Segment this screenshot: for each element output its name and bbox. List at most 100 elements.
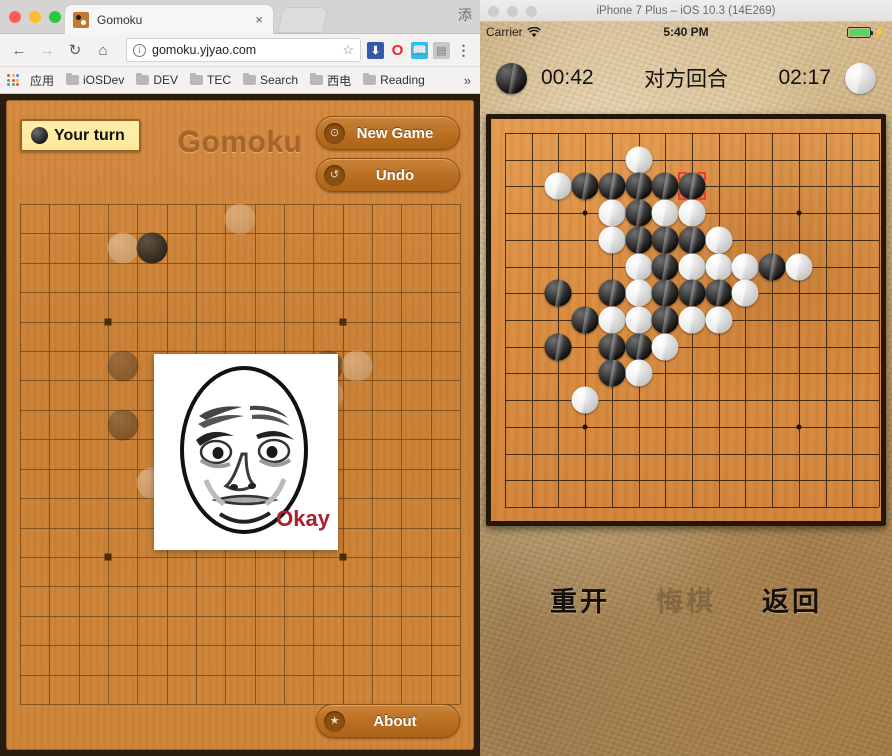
star-point	[796, 424, 802, 430]
back-button[interactable]: 返回	[762, 580, 822, 619]
chrome-browser-window: Gomoku × 添 ← → ↻ ⌂ i gomoku.yjyao.com ☆ …	[0, 0, 480, 756]
gomoku-favicon	[73, 11, 89, 28]
undo-label: Undo	[375, 166, 415, 184]
bookmark-item-iosdev[interactable]: iOSDev	[61, 71, 129, 89]
maximize-window-button[interactable]	[49, 11, 61, 23]
board-line	[20, 322, 460, 323]
board-stone-black	[136, 232, 168, 264]
simulator-title: iPhone 7 Plus – iOS 10.3 (14E269)	[596, 4, 776, 17]
disabled-extension-icon[interactable]: ▤	[433, 41, 450, 59]
bookmark-item-reading[interactable]: Reading	[358, 71, 430, 89]
folder-icon	[136, 72, 150, 85]
new-game-label: New Game	[356, 124, 434, 142]
board-line	[665, 133, 666, 507]
window-corner-glyph: 添	[458, 7, 472, 23]
board-line	[612, 133, 613, 507]
bookmark-item-tec[interactable]: TEC	[185, 71, 236, 89]
screenshot-root: Gomoku × 添 ← → ↻ ⌂ i gomoku.yjyao.com ☆ …	[0, 0, 892, 756]
simulator-maximize-button[interactable]	[526, 6, 537, 17]
black-stone-icon	[31, 127, 48, 144]
black-timer: 00:42	[541, 66, 594, 89]
home-icon[interactable]: ⌂	[92, 39, 114, 61]
board-line	[343, 204, 344, 704]
ios-app-screen: Carrier 5:40 PM ⚡ 00:42 对方回合 02:17 重开 悔棋…	[480, 22, 892, 756]
apps-grid-icon[interactable]	[7, 74, 19, 86]
black-player-stone-icon	[496, 62, 527, 94]
ios-gomoku-board[interactable]	[486, 114, 886, 526]
white-timer: 02:17	[778, 66, 831, 89]
board-line	[401, 204, 402, 704]
ios-simulator-window: iPhone 7 Plus – iOS 10.3 (14E269) Carrie…	[480, 0, 892, 756]
minimize-window-button[interactable]	[29, 11, 41, 23]
star-point	[104, 318, 112, 326]
board-line	[372, 204, 373, 704]
reader-extension-icon[interactable]: 📖	[411, 41, 428, 59]
browser-tab[interactable]: Gomoku ×	[64, 4, 274, 34]
ios-board-grid	[491, 119, 881, 521]
restart-button[interactable]: 重开	[550, 580, 610, 619]
bookmark-star-icon[interactable]: ☆	[342, 42, 354, 58]
status-bar-time: 5:40 PM	[663, 25, 709, 39]
board-line	[20, 351, 460, 352]
simulator-title-bar: iPhone 7 Plus – iOS 10.3 (14E269)	[480, 0, 892, 22]
folder-icon	[66, 72, 80, 85]
forward-icon[interactable]: →	[36, 39, 58, 61]
board-line	[20, 263, 460, 264]
board-stone-white	[224, 203, 256, 235]
bookmark-item-dev[interactable]: DEV	[131, 71, 183, 89]
board-line	[20, 204, 21, 704]
download-extension-icon[interactable]: ⬇	[367, 41, 384, 59]
undo-button[interactable]: ↺ Undo	[316, 158, 460, 192]
undo-button: 悔棋	[656, 586, 716, 617]
bookmark-label: DEV	[153, 73, 179, 87]
simulator-minimize-button[interactable]	[507, 6, 518, 17]
bookmark-label: TEC	[207, 73, 232, 87]
board-line	[505, 507, 879, 508]
meme-caption: Okay	[276, 506, 330, 531]
bookmark-label: 西电	[327, 73, 352, 88]
board-line	[585, 133, 586, 507]
undo-arrow-icon: ↺	[324, 164, 345, 186]
board-line	[460, 204, 461, 704]
folder-icon	[243, 72, 257, 85]
board-stone-black	[107, 350, 139, 382]
ios-status-bar: Carrier 5:40 PM ⚡	[480, 22, 892, 42]
board-line	[852, 133, 853, 507]
reload-icon[interactable]: ↻	[64, 39, 86, 61]
close-window-button[interactable]	[9, 11, 21, 23]
about-label: About	[373, 712, 417, 730]
new-tab-button[interactable]	[277, 7, 329, 33]
back-icon[interactable]: ←	[8, 39, 30, 61]
tab-title: Gomoku	[97, 12, 143, 27]
opera-extension-icon[interactable]: O	[389, 42, 406, 59]
chrome-menu-icon[interactable]: ⋮	[455, 42, 472, 59]
board-line	[879, 133, 880, 507]
folder-icon	[310, 72, 324, 85]
bookmark-label: iOSDev	[83, 73, 125, 87]
board-line	[772, 133, 773, 507]
white-player-stone-icon	[845, 62, 876, 94]
bookmark-item-search[interactable]: Search	[238, 71, 303, 89]
new-game-button[interactable]: ⊙ New Game	[316, 116, 460, 150]
address-bar[interactable]: i gomoku.yjyao.com ☆	[126, 38, 361, 62]
star-point	[796, 210, 802, 216]
board-line	[20, 645, 460, 646]
board-line	[745, 133, 746, 507]
close-tab-icon[interactable]: ×	[253, 13, 265, 26]
bookmark-apps[interactable]: 应用	[25, 70, 59, 91]
board-line	[20, 586, 460, 587]
board-line	[431, 204, 432, 704]
star-point	[582, 210, 588, 216]
bookmarks-overflow-icon[interactable]: »	[464, 73, 473, 88]
status-badge: Your turn	[20, 119, 141, 152]
simulator-close-button[interactable]	[488, 6, 499, 17]
star-icon: ★	[324, 710, 345, 732]
okay-guy-meme: Okay	[154, 354, 338, 550]
window-traffic-lights	[9, 11, 61, 23]
site-info-icon[interactable]: i	[133, 43, 146, 57]
star-point	[689, 317, 695, 323]
about-button[interactable]: ★ About	[316, 704, 460, 738]
board-line	[558, 133, 559, 507]
bookmark-item-xidian[interactable]: 西电	[305, 70, 356, 91]
gomoku-panel: Your turn Gomoku ⊙ New Game ↺ Undo Okay …	[6, 100, 474, 750]
